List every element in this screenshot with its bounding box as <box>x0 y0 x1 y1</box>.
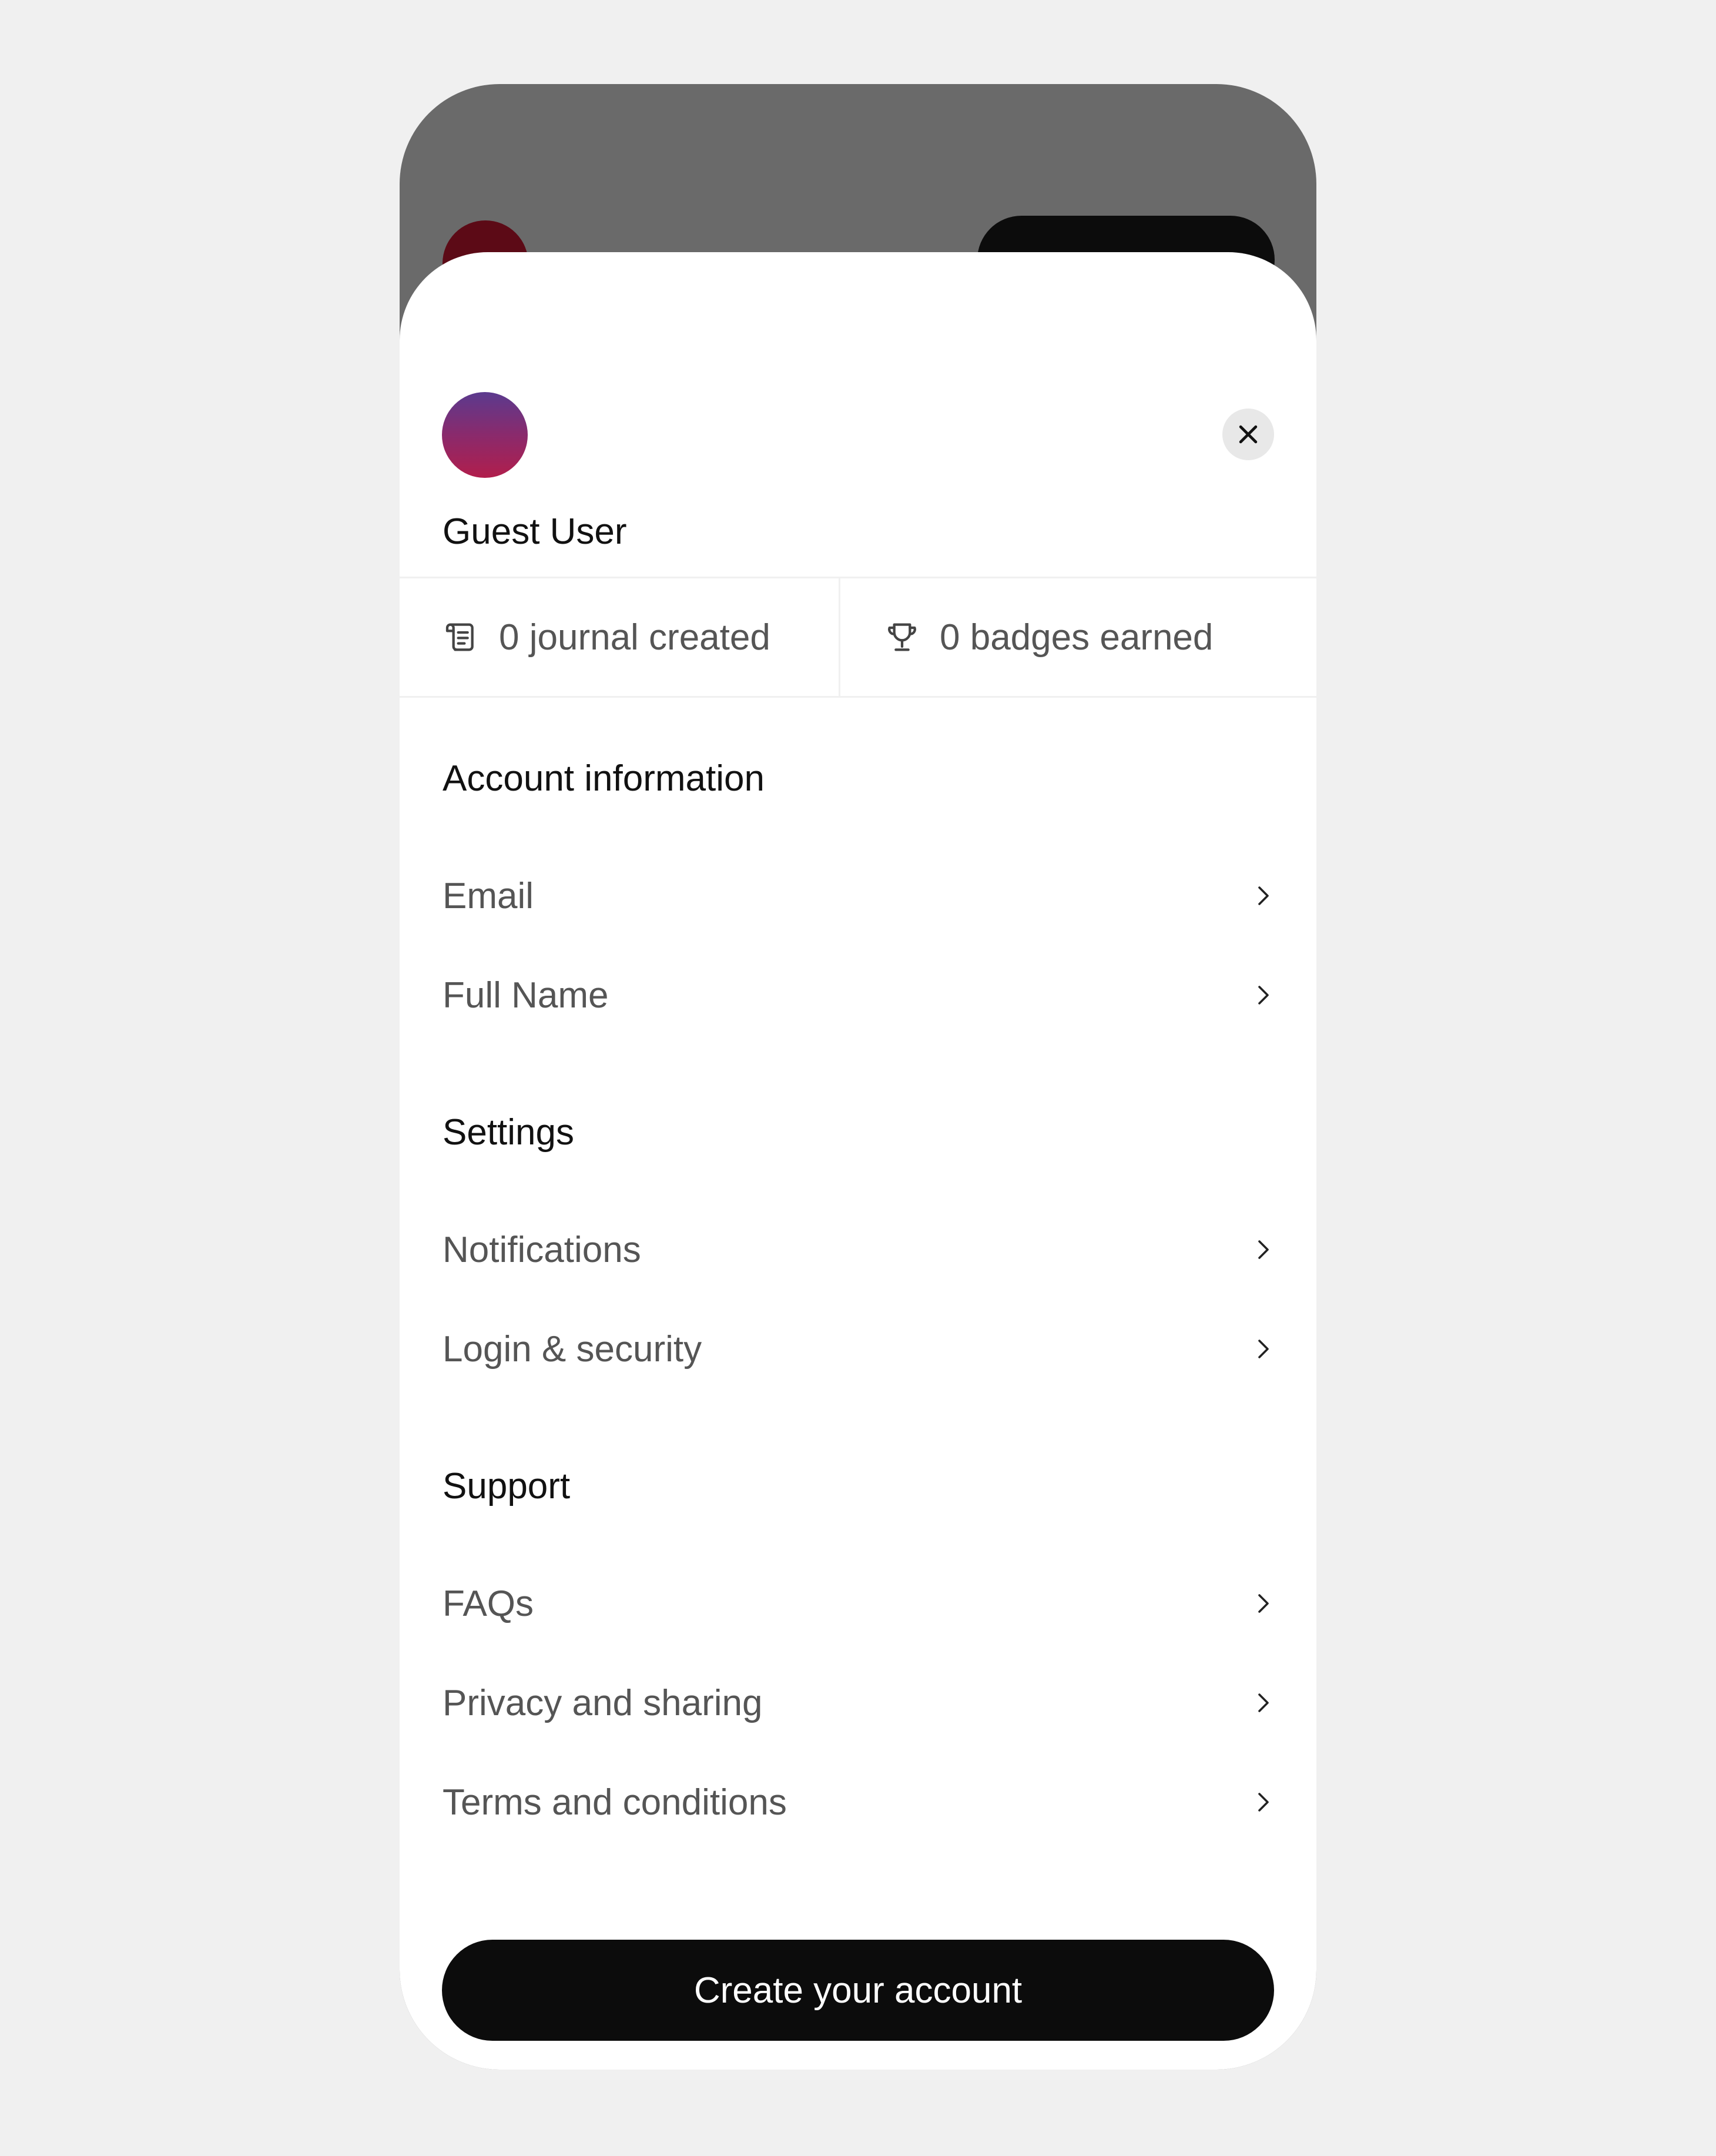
menu-item-login-security[interactable]: Login & security <box>443 1320 1277 1378</box>
menu-item-label: Full Name <box>443 975 609 1016</box>
chevron-right-icon <box>1249 1689 1277 1717</box>
section-title-settings: Settings <box>443 1112 575 1153</box>
badge-count-label: 0 badges earned <box>940 617 1214 658</box>
avatar <box>442 392 528 478</box>
menu-item-label: Login & security <box>443 1328 702 1370</box>
profile-sheet: Guest User 0 journal created 0 badges ea… <box>400 252 1316 2070</box>
menu-item-label: Email <box>443 875 534 916</box>
badge-stat: 0 badges earned <box>840 578 1316 696</box>
journal-count-label: 0 journal created <box>499 617 770 658</box>
section-title-account: Account information <box>443 758 765 799</box>
chevron-right-icon <box>1249 882 1277 910</box>
stats-bar: 0 journal created 0 badges earned <box>400 577 1316 698</box>
menu-item-label: Terms and conditions <box>443 1782 787 1823</box>
chevron-right-icon <box>1249 981 1277 1009</box>
menu-item-label: Privacy and sharing <box>443 1682 763 1723</box>
create-account-button[interactable]: Create your account <box>442 1940 1274 2041</box>
chevron-right-icon <box>1249 1236 1277 1264</box>
menu-item-label: Notifications <box>443 1229 641 1270</box>
chevron-right-icon <box>1249 1335 1277 1363</box>
menu-item-notifications[interactable]: Notifications <box>443 1220 1277 1279</box>
scroll-icon <box>443 618 480 656</box>
close-icon <box>1239 425 1258 444</box>
phone-frame: Guest User 0 journal created 0 badges ea… <box>400 84 1316 2070</box>
trophy-icon <box>883 618 921 656</box>
menu-item-faqs[interactable]: FAQs <box>443 1574 1277 1633</box>
menu-item-email[interactable]: Email <box>443 866 1277 925</box>
menu-item-privacy-sharing[interactable]: Privacy and sharing <box>443 1673 1277 1732</box>
chevron-right-icon <box>1249 1589 1277 1618</box>
menu-item-full-name[interactable]: Full Name <box>443 966 1277 1025</box>
chevron-right-icon <box>1249 1788 1277 1816</box>
menu-item-terms[interactable]: Terms and conditions <box>443 1773 1277 1832</box>
journal-stat: 0 journal created <box>400 578 840 696</box>
close-button[interactable] <box>1222 409 1274 460</box>
user-name: Guest User <box>443 511 627 552</box>
menu-item-label: FAQs <box>443 1583 534 1624</box>
section-title-support: Support <box>443 1466 571 1506</box>
